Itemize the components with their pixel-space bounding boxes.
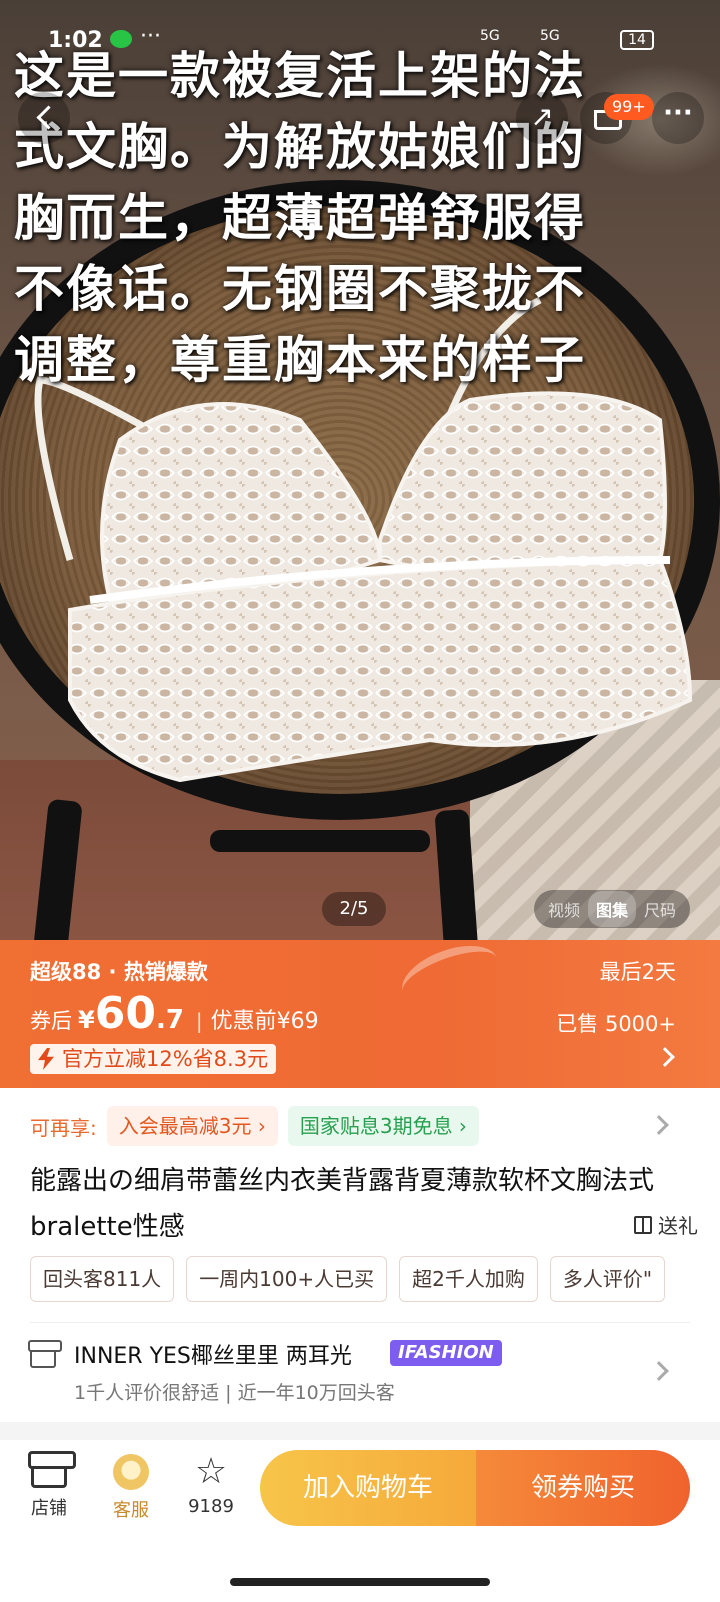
ifashion-badge: IFASHION xyxy=(390,1340,502,1366)
home-indicator[interactable] xyxy=(230,1578,490,1586)
benefits-label: 可再享: xyxy=(30,1115,97,1140)
favorite-count: 9189 xyxy=(188,1496,234,1517)
caption-line: 不像话。无钢圈不聚拢不 xyxy=(14,259,586,318)
currency-symbol: ¥ xyxy=(78,1006,95,1034)
chevron-right-icon xyxy=(655,1047,675,1067)
price-integer: 60 xyxy=(94,988,156,1039)
product-tag[interactable]: 一周内100+人已买 xyxy=(186,1256,388,1302)
image-pager: 2/5 xyxy=(322,892,386,926)
product-title: 能露出の细肩带蕾丝内衣美背露背夏薄款软杯文胸法式bralette性感 xyxy=(30,1166,655,1242)
price-decimal: .7 xyxy=(155,1005,184,1035)
store-name: INNER YES椰丝里里 两耳光 xyxy=(74,1344,352,1369)
shop-button[interactable]: 店铺 xyxy=(14,1451,84,1520)
gift-button[interactable]: 送礼 xyxy=(634,1210,698,1239)
gift-icon xyxy=(634,1215,652,1234)
caption-line: 胸而生，超薄超弹舒服得 xyxy=(14,188,586,247)
service-avatar-icon xyxy=(113,1454,149,1490)
share-button[interactable] xyxy=(516,92,568,144)
divider xyxy=(30,1322,690,1323)
promo-price-banner[interactable]: 超级88 · 热销爆款 最后2天 券后 ¥ 60 .7 | 优惠前¥69 已售 … xyxy=(0,934,720,1088)
back-button[interactable] xyxy=(18,92,70,144)
chevron-right-icon xyxy=(649,1115,669,1135)
star-icon: ☆ xyxy=(194,1451,228,1492)
promo-countdown: 最后2天 xyxy=(599,960,676,984)
product-tag[interactable]: 超2千人加购 xyxy=(399,1256,538,1302)
shop-label: 店铺 xyxy=(31,1498,67,1519)
section-gap xyxy=(0,1422,720,1440)
price-row: 券后 ¥ 60 .7 | 优惠前¥69 xyxy=(30,992,319,1036)
product-tag[interactable]: 多人评价" xyxy=(549,1256,666,1302)
member-discount-chip[interactable]: 入会最高减3元 › xyxy=(106,1106,278,1146)
store-row[interactable]: INNER YES椰丝里里 两耳光 IFASHION 1千人评价很舒适 | 近一… xyxy=(28,1334,690,1410)
tab-gallery[interactable]: 图集 xyxy=(588,891,637,927)
chevron-right-icon xyxy=(649,1361,669,1381)
original-price: 优惠前¥69 xyxy=(210,1009,319,1034)
promo-tagline: 超级88 · 热销爆款 xyxy=(30,960,208,984)
price-separator: | xyxy=(195,1009,203,1033)
decorative-swoosh xyxy=(394,934,506,1016)
tab-size[interactable]: 尺码 xyxy=(636,891,684,927)
tab-video[interactable]: 视频 xyxy=(540,891,588,927)
more-options-button[interactable] xyxy=(652,92,704,144)
customer-service-button[interactable]: 客服 xyxy=(96,1454,166,1522)
add-to-cart-button[interactable]: 加入购物车 xyxy=(260,1450,476,1526)
benefits-row[interactable]: 可再享: 入会最高减3元 › 国家贴息3期免息 › xyxy=(30,1106,489,1146)
installment-chip[interactable]: 国家贴息3期免息 › xyxy=(287,1106,479,1146)
gift-label: 送礼 xyxy=(658,1214,698,1238)
store-stats: 1千人评价很舒适 | 近一年10万回头客 xyxy=(74,1382,395,1404)
caption-line: 调整，尊重胸本来的样子 xyxy=(14,330,586,389)
media-tabs: 视频 图集 尺码 xyxy=(534,890,691,928)
buy-with-coupon-button[interactable]: 领券购买 xyxy=(476,1450,690,1526)
official-discount-badge: 官方立减12%省8.3元 xyxy=(30,1044,277,1074)
service-label: 客服 xyxy=(113,1500,149,1521)
after-coupon-label: 券后 xyxy=(30,1009,72,1033)
sold-count: 已售 5000+ xyxy=(556,1012,676,1036)
product-image-gallery[interactable]: 1:02 ··· 5G 5G 14 这是一款被复活上架的法 式文胸。为解放姑娘们… xyxy=(0,0,720,960)
cart-count-badge: 99+ xyxy=(604,94,654,120)
shop-icon xyxy=(28,1451,76,1488)
product-tag[interactable]: 回头客811人 xyxy=(30,1256,175,1302)
product-tags: 回头客811人 一周内100+人已买 超2千人加购 多人评价" xyxy=(30,1256,690,1302)
lightning-icon xyxy=(38,1048,54,1070)
store-icon xyxy=(28,1340,62,1368)
favorite-button[interactable]: ☆ 9189 xyxy=(176,1451,246,1518)
official-discount-text: 官方立减12%省8.3元 xyxy=(62,1047,269,1071)
